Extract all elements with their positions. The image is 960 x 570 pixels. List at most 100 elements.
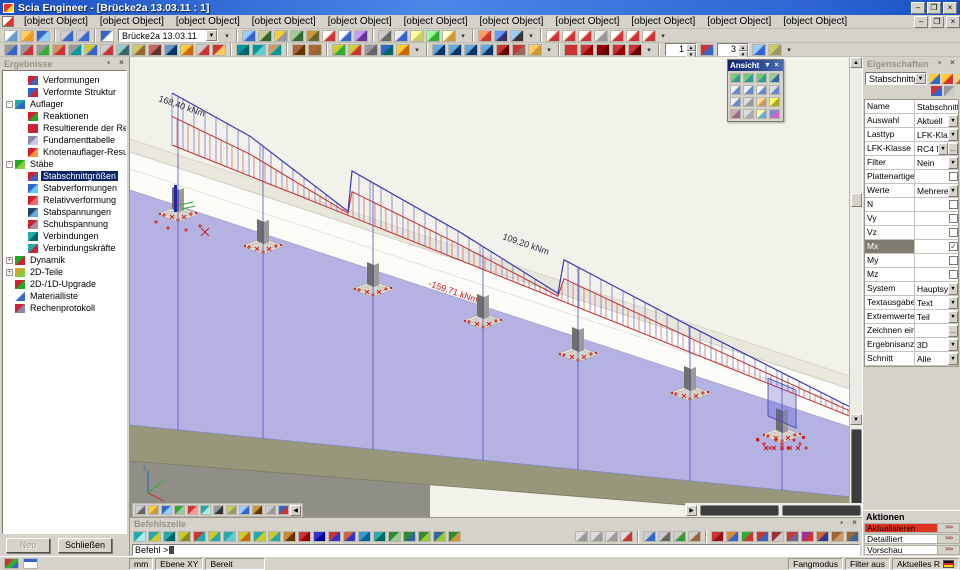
prop-zeichnen[interactable]: Zeichnen ein... ▼ ... xyxy=(865,324,958,338)
cursor-select-icon[interactable] xyxy=(575,531,588,542)
frame-plate-icon[interactable] xyxy=(642,30,656,42)
filter-box-icon[interactable] xyxy=(846,531,859,542)
tree-expander-icon[interactable] xyxy=(6,281,13,288)
vertical-scrollbar[interactable]: ▲ ▼ xyxy=(849,57,862,517)
disconnect-members-icon[interactable] xyxy=(348,44,362,56)
snap-point-icon[interactable] xyxy=(133,531,146,542)
view-settings-icon[interactable] xyxy=(769,109,780,119)
tree-expander-icon[interactable] xyxy=(6,305,13,312)
toolbar-icon[interactable]: ▾ xyxy=(645,46,653,54)
menu-item[interactable]: [object Object] xyxy=(701,15,777,28)
tree-item-knotenauflager[interactable]: Knotenauflager-Resultierende xyxy=(3,146,126,158)
plane-cell[interactable]: Ebene XY xyxy=(155,558,203,570)
filter-cell[interactable]: Filter aus xyxy=(845,558,890,570)
snap-arc-icon[interactable] xyxy=(268,531,281,542)
select-load-icon[interactable] xyxy=(52,44,66,56)
tree-expander-icon[interactable] xyxy=(19,185,26,192)
ansicht-toolbar[interactable]: Ansicht ▼ × xyxy=(727,59,784,122)
markup-icon[interactable] xyxy=(512,44,526,56)
chevron-down-icon[interactable]: ▼ xyxy=(763,62,772,69)
filter-clear-icon[interactable] xyxy=(942,74,953,84)
close-icon[interactable]: × xyxy=(772,62,781,69)
arc-mode-icon[interactable] xyxy=(328,531,341,542)
action-arrow[interactable]: >>> xyxy=(938,523,960,533)
tree-item-stabspannungen[interactable]: Stabspannungen xyxy=(3,206,126,218)
export-icon[interactable] xyxy=(258,30,272,42)
activity-spinner[interactable]: 1 ▲▼ xyxy=(665,43,697,56)
checkbox[interactable] xyxy=(949,270,958,279)
results-display-icon[interactable] xyxy=(239,505,250,515)
close-icon[interactable]: × xyxy=(947,59,958,69)
menu-item[interactable]: [object Object] xyxy=(94,15,170,28)
filter-loads-icon[interactable] xyxy=(756,531,769,542)
filter-previous-icon[interactable] xyxy=(816,531,829,542)
scroll-down-icon[interactable]: ▼ xyxy=(850,414,862,425)
view-params-icon[interactable] xyxy=(278,505,289,515)
send-icon[interactable] xyxy=(442,30,456,42)
ucs-rotate-icon[interactable] xyxy=(433,531,446,542)
prop-mz[interactable]: Mz ▼ ... xyxy=(865,268,958,282)
dropdown-icon[interactable]: ▼ xyxy=(948,115,958,127)
select-dimension-icon[interactable] xyxy=(100,44,114,56)
dropdown-icon[interactable]: ▼ xyxy=(948,353,958,365)
section-display-icon[interactable] xyxy=(252,505,263,515)
tree-expander-icon[interactable]: + xyxy=(6,269,13,276)
angle-tool-icon[interactable] xyxy=(628,44,642,56)
surface-icon[interactable] xyxy=(161,505,172,515)
select-node-icon[interactable] xyxy=(4,44,18,56)
toolbar-icon[interactable] xyxy=(236,29,238,42)
view-top-icon[interactable] xyxy=(730,73,741,83)
tree-item-2d-teile[interactable]: + 2D-Teile xyxy=(3,266,126,278)
tree-expander-icon[interactable] xyxy=(19,173,26,180)
doc-minimize-button[interactable]: – xyxy=(914,16,928,28)
zoom-all-icon[interactable] xyxy=(769,85,780,95)
prop-lasttyp[interactable]: Lasttyp LFK-Klasse ▼ ... xyxy=(865,128,958,142)
selection-tool-icon[interactable] xyxy=(705,530,707,543)
close-icon[interactable]: × xyxy=(116,59,127,69)
save-icon[interactable] xyxy=(36,30,50,42)
close-icon[interactable]: × xyxy=(849,519,860,529)
frame-general-icon[interactable] xyxy=(594,30,608,42)
pick-region-icon[interactable] xyxy=(688,531,701,542)
page-icon[interactable] xyxy=(528,44,542,56)
tree-expander-icon[interactable] xyxy=(19,149,26,156)
table-compose-icon[interactable] xyxy=(306,30,320,42)
cursor-step-icon[interactable] xyxy=(403,531,416,542)
tree-expander-icon[interactable] xyxy=(19,233,26,240)
checkbox[interactable] xyxy=(949,200,958,209)
table-results-icon[interactable] xyxy=(274,30,288,42)
ucs-icon[interactable] xyxy=(752,44,766,56)
tree-expander-icon[interactable] xyxy=(19,77,26,84)
tree-expander-icon[interactable] xyxy=(19,137,26,144)
select-clipboard-icon[interactable] xyxy=(180,44,194,56)
menu-item[interactable]: [object Object] xyxy=(18,15,94,28)
tree-item-fundamenttabelle[interactable]: Fundamenttabelle xyxy=(3,134,126,146)
rectangle-tool-icon[interactable] xyxy=(596,44,610,56)
prop-mx[interactable]: Mx ▼ ... xyxy=(865,240,958,254)
tree-item-staebe[interactable]: - Stäbe xyxy=(3,158,126,170)
menu-item[interactable]: [object Object] xyxy=(777,15,853,28)
tree-expander-icon[interactable] xyxy=(19,113,26,120)
close-panel-button[interactable]: Schließen xyxy=(58,538,112,553)
rotate-icon[interactable] xyxy=(252,44,266,56)
select-surface-icon[interactable] xyxy=(36,44,50,56)
tree-expander-icon[interactable]: + xyxy=(6,257,13,264)
project-window-icon[interactable] xyxy=(100,30,114,42)
toolbar-icon[interactable] xyxy=(540,29,542,42)
tree-item-schubspannung[interactable]: Schubspannung xyxy=(3,218,126,230)
tree-item-materialliste[interactable]: Materialliste xyxy=(3,290,126,302)
dropdown-icon[interactable]: ▼ xyxy=(938,143,948,155)
tree-item-dynamik[interactable]: + Dynamik xyxy=(3,254,126,266)
trim-icon[interactable] xyxy=(364,44,378,56)
snap-tangent-icon[interactable] xyxy=(238,531,251,542)
tree-item-resultierende[interactable]: Resultierende der Reaktionen xyxy=(3,122,126,134)
tree-item-rechenprotokoll[interactable]: Rechenprotokoll xyxy=(3,302,126,314)
redo-icon[interactable] xyxy=(76,30,90,42)
scroll-right-icon[interactable]: ▶ xyxy=(686,505,697,516)
deselect-icon[interactable] xyxy=(196,44,210,56)
dropdown-icon[interactable]: ▼ xyxy=(948,283,958,295)
command-input[interactable]: Befehl > xyxy=(132,544,860,556)
units-cell[interactable]: mm xyxy=(129,558,153,570)
spin-up-icon[interactable]: ▲ xyxy=(686,44,696,51)
filter-members-icon[interactable] xyxy=(711,531,724,542)
